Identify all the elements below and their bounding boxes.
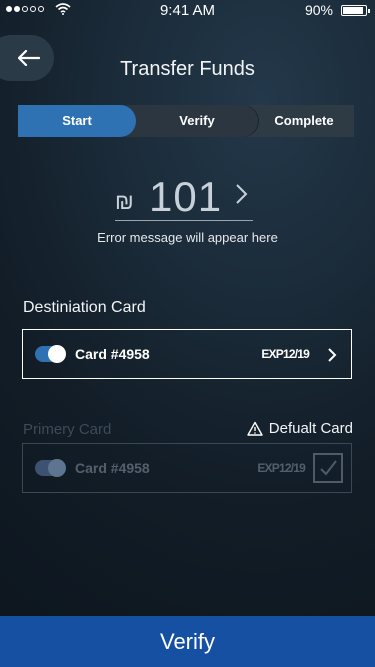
chevron-right-icon bbox=[236, 184, 248, 204]
default-card-toggle[interactable]: Defualt Card bbox=[247, 420, 353, 437]
warning-icon bbox=[247, 421, 263, 436]
amount-field[interactable]: ₪ 101 bbox=[115, 173, 255, 221]
chevron-right-icon bbox=[328, 348, 337, 362]
battery-percent: 90% bbox=[304, 2, 333, 18]
toggle-icon bbox=[35, 345, 66, 363]
amount-underline bbox=[115, 220, 253, 221]
default-checkbox[interactable] bbox=[313, 453, 343, 483]
destination-card-label: Destiniation Card bbox=[23, 299, 146, 316]
currency-symbol: ₪ bbox=[115, 189, 134, 214]
destination-card-selector[interactable]: Card #4958 EXP12/19 bbox=[22, 329, 352, 379]
primary-card-label: Primery Card bbox=[23, 421, 112, 438]
status-bar: 9:41 AM 90% bbox=[0, 0, 375, 20]
amount-value: 101 bbox=[149, 173, 223, 220]
page-title: Transfer Funds bbox=[120, 58, 255, 80]
card-name: Card #4958 bbox=[75, 346, 150, 362]
default-card-label: Defualt Card bbox=[268, 420, 353, 437]
progress-stepper: Start Verify Complete bbox=[18, 105, 354, 137]
checkmark-icon bbox=[320, 460, 337, 476]
card-expiry: EXP12/19 bbox=[261, 347, 309, 361]
toggle-icon bbox=[35, 459, 66, 477]
card-expiry: EXP12/19 bbox=[257, 461, 305, 475]
card-name: Card #4958 bbox=[75, 460, 150, 476]
primary-card: Card #4958 EXP12/19 bbox=[22, 443, 352, 493]
error-message: Error message will appear here bbox=[97, 230, 278, 245]
step-start: Start bbox=[18, 105, 136, 137]
battery-icon bbox=[341, 5, 370, 16]
step-verify: Verify bbox=[118, 105, 258, 137]
verify-button[interactable]: Verify bbox=[0, 616, 375, 667]
step-complete: Complete bbox=[244, 105, 354, 137]
